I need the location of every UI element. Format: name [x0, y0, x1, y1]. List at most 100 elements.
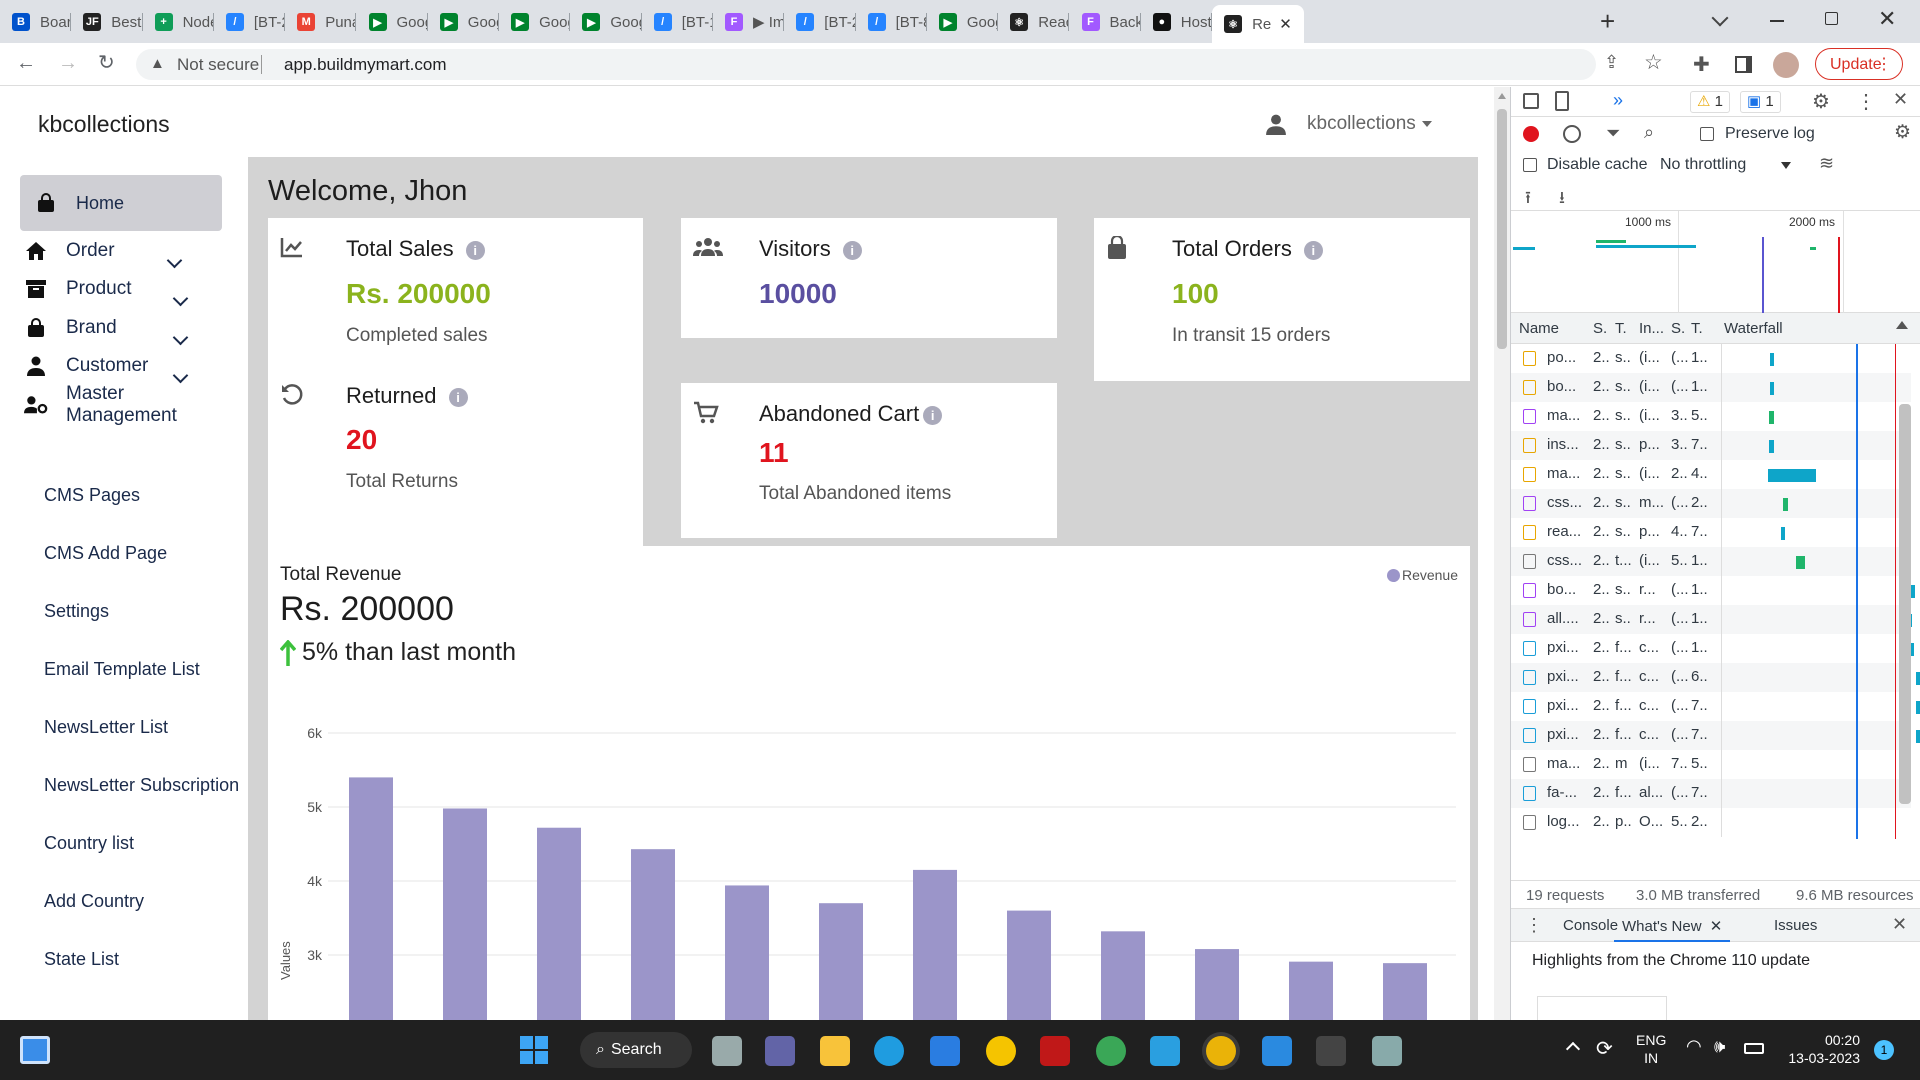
network-column-header[interactable]: S. — [1671, 320, 1685, 337]
browser-tab[interactable]: ▶ Goog — [570, 7, 642, 37]
visitors-card[interactable]: Visitors i 10000 — [681, 218, 1057, 338]
network-request-row[interactable]: fa-... 2.. f... al... (... 7.. — [1511, 779, 1911, 808]
bookmark-star-icon[interactable]: ☆ — [1644, 50, 1663, 75]
browser-tab[interactable]: / [BT-2. — [214, 7, 286, 37]
task-view-icon[interactable] — [712, 1036, 742, 1066]
user-menu[interactable]: kbcollections — [1265, 113, 1432, 135]
tab-issues[interactable]: Issues — [1774, 917, 1817, 934]
avatar[interactable] — [1773, 52, 1799, 78]
network-request-row[interactable]: bo... 2.. s.. r... (... 1.. — [1511, 576, 1915, 605]
info-icon[interactable]: i — [923, 405, 943, 425]
warnings-badge[interactable]: ⚠ 1 — [1690, 91, 1730, 113]
close-window-icon[interactable]: ✕ — [1878, 6, 1896, 32]
scroll-thumb[interactable] — [1497, 109, 1507, 349]
chart-bar[interactable] — [1383, 963, 1427, 1020]
network-request-row[interactable]: rea... 2.. s.. p... 4.. 7.. — [1511, 518, 1911, 547]
network-request-row[interactable]: pxi... 2.. f... c... (... 7.. — [1511, 721, 1920, 750]
browser-tab[interactable]: + Node — [143, 7, 214, 37]
sidebar-link[interactable]: Email Template List — [44, 659, 200, 680]
settings-icon[interactable] — [1372, 1036, 1402, 1066]
maximize-icon[interactable] — [1825, 12, 1838, 25]
start-button[interactable] — [520, 1036, 548, 1064]
disable-cache-label[interactable]: Disable cache — [1547, 156, 1648, 174]
browser-tab[interactable]: ● Hosti — [1141, 7, 1213, 37]
sidebar-item-brand[interactable]: Brand — [20, 310, 222, 346]
sidebar-item-master-management[interactable]: Master Management — [20, 383, 222, 426]
close-tab-icon[interactable]: ✕ — [1710, 918, 1723, 935]
update-button[interactable]: Update ⋮ — [1815, 48, 1903, 80]
network-request-row[interactable]: css... 2.. s.. m... (... 2.. — [1511, 489, 1911, 518]
chart-bar[interactable] — [443, 808, 487, 1020]
more-tabs-icon[interactable]: » — [1613, 90, 1623, 111]
url-text[interactable]: app.buildmymart.com — [284, 55, 447, 75]
network-request-row[interactable]: ins... 2.. s.. p... 3.. 7.. — [1511, 431, 1911, 460]
settings-gear-icon[interactable]: ⚙ — [1812, 89, 1830, 114]
browser-tab[interactable]: JF Best J — [71, 7, 143, 37]
network-request-row[interactable]: css... 2.. t... (i... 5.. 1.. — [1511, 547, 1911, 576]
disable-cache-checkbox[interactable] — [1523, 158, 1537, 172]
abandoned-cart-card[interactable]: Abandoned Cart i 11 Total Abandoned items — [681, 383, 1057, 538]
browser-tab[interactable]: ⚛ Re ✕ — [1212, 5, 1305, 43]
omnibox[interactable]: ▲ Not secure app.buildmymart.com ⇪ ☆ — [136, 49, 1663, 80]
info-icon[interactable]: i — [448, 387, 468, 407]
network-column-header[interactable]: T. — [1615, 320, 1627, 337]
chart-bar[interactable] — [631, 849, 675, 1020]
browser-tab[interactable]: ▶ Goog — [499, 7, 571, 37]
network-column-header[interactable]: Waterfall — [1724, 320, 1783, 337]
inspect-icon[interactable] — [1523, 93, 1539, 109]
file-explorer-icon[interactable] — [820, 1036, 850, 1066]
network-request-row[interactable]: po... 2.. s.. (i... (... 1.. — [1511, 344, 1911, 373]
network-column-header[interactable]: S. — [1593, 320, 1607, 337]
table-scrollbar[interactable] — [1899, 404, 1911, 804]
security-label[interactable]: Not secure — [177, 55, 259, 75]
chevron-down-icon[interactable] — [172, 367, 189, 384]
network-conditions-icon[interactable]: ≋ — [1819, 153, 1834, 174]
browser-tab[interactable]: ▶ Goog — [927, 7, 999, 37]
messages-badge[interactable]: ▣ 1 — [1740, 91, 1781, 113]
preserve-log-checkbox[interactable] — [1700, 127, 1714, 141]
sidebar-item-customer[interactable]: Customer — [20, 348, 222, 384]
wifi-icon[interactable]: ◠ — [1686, 1036, 1702, 1057]
sort-ascending-icon[interactable] — [1896, 321, 1908, 329]
close-tab-icon[interactable]: ✕ — [1279, 15, 1292, 33]
network-column-header[interactable]: Name — [1519, 320, 1559, 337]
norton-icon[interactable] — [986, 1036, 1016, 1066]
chart-bar[interactable] — [349, 777, 393, 1020]
battery-icon[interactable] — [1744, 1043, 1764, 1054]
preserve-log-label[interactable]: Preserve log — [1725, 125, 1815, 143]
chart-bar[interactable] — [1101, 931, 1145, 1020]
teams-chat-icon[interactable] — [765, 1036, 795, 1066]
clear-icon[interactable] — [1563, 125, 1581, 143]
browser-tab[interactable]: M Punar — [285, 7, 357, 37]
browser-tab[interactable]: ⚛ React — [998, 7, 1070, 37]
browser-tab[interactable]: ▶ Goog — [357, 7, 428, 37]
tab-console[interactable]: Console — [1563, 917, 1618, 934]
widgets-icon[interactable] — [20, 1036, 50, 1064]
language-indicator[interactable]: ENG IN — [1636, 1031, 1666, 1067]
network-request-row[interactable]: pxi... 2.. f... c... (... 7.. — [1511, 692, 1920, 721]
network-request-row[interactable]: pxi... 2.. f... c... (... 6.. — [1511, 663, 1920, 692]
chart-legend[interactable]: Revenue — [1386, 567, 1458, 583]
browser-tab[interactable]: / [BT-1. — [642, 7, 713, 37]
share-icon[interactable]: ⇪ — [1604, 52, 1619, 73]
onedrive-sync-icon[interactable]: ⟳ — [1596, 1036, 1613, 1061]
chart-bar[interactable] — [913, 869, 957, 1020]
sidebar-link[interactable]: State List — [44, 949, 119, 970]
new-tab-button[interactable]: + — [1600, 6, 1615, 37]
throttling-select[interactable]: No throttling — [1660, 156, 1746, 174]
browser-tab[interactable]: B Boarc — [0, 7, 72, 37]
network-settings-icon[interactable]: ⚙ — [1894, 121, 1911, 144]
search-icon[interactable]: ⌕ — [1644, 122, 1654, 143]
sidebar-link[interactable]: Settings — [44, 601, 109, 622]
network-column-header[interactable]: In... — [1639, 320, 1664, 337]
notepad-icon[interactable] — [1262, 1036, 1292, 1066]
chart-bar[interactable] — [1289, 961, 1333, 1020]
sidebar-item-home[interactable]: Home — [20, 175, 222, 231]
notification-badge[interactable]: 1 — [1874, 1040, 1894, 1060]
sidebar-link[interactable]: Country list — [44, 833, 134, 854]
network-request-row[interactable]: bo... 2.. s.. (i... (... 1.. — [1511, 373, 1911, 402]
brand-name[interactable]: kbcollections — [38, 111, 170, 138]
taskbar-search[interactable]: ⌕ Search — [580, 1032, 692, 1068]
page-scrollbar[interactable] — [1494, 87, 1510, 1020]
sidebar-item-order[interactable]: Order — [20, 233, 222, 269]
